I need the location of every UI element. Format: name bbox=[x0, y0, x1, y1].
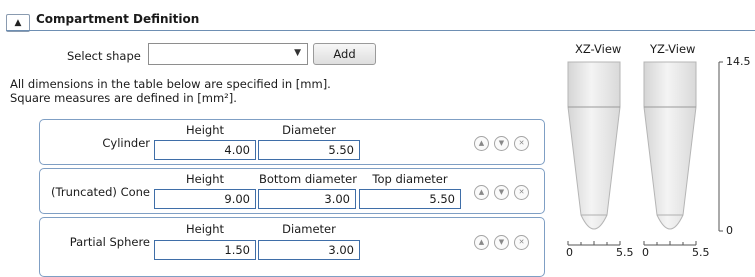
shape-row-partial-sphere: Partial Sphere Height Diameter 1.50 3.00… bbox=[39, 217, 545, 277]
yz-shape bbox=[643, 61, 697, 230]
delete-icon[interactable]: ✕ bbox=[514, 185, 529, 200]
move-down-icon[interactable]: ▼ bbox=[494, 136, 509, 151]
bottom-diameter-input[interactable]: 3.00 bbox=[258, 189, 356, 209]
xz-x-tick-label: 5.5 bbox=[616, 246, 634, 259]
delete-icon[interactable]: ✕ bbox=[514, 235, 529, 250]
dropdown-arrow-icon: ▼ bbox=[294, 48, 301, 58]
move-up-icon[interactable]: ▲ bbox=[474, 185, 489, 200]
header-divider-left bbox=[6, 30, 28, 31]
column-header: Height bbox=[185, 222, 224, 236]
z-axis-bottom-label: 0 bbox=[726, 224, 733, 237]
select-shape-label: Select shape bbox=[67, 49, 141, 63]
height-input[interactable]: 9.00 bbox=[154, 189, 256, 209]
move-down-icon[interactable]: ▼ bbox=[494, 185, 509, 200]
collapse-icon: ▲ bbox=[14, 18, 22, 28]
move-up-icon[interactable]: ▲ bbox=[474, 136, 489, 151]
z-axis-top-label: 14.5 bbox=[726, 55, 751, 68]
section-title: Compartment Definition bbox=[36, 12, 200, 26]
shape-name: Partial Sphere bbox=[69, 235, 150, 249]
compartment-preview bbox=[567, 61, 723, 246]
shape-select[interactable]: ▼ bbox=[148, 43, 308, 65]
info-text-square-measures: Square measures are defined in [mm²]. bbox=[10, 91, 237, 105]
column-header: Diameter bbox=[282, 123, 336, 137]
column-header: Bottom diameter bbox=[259, 172, 357, 186]
info-text-dimensions: All dimensions in the table below are sp… bbox=[10, 77, 331, 91]
yz-view-label: YZ-View bbox=[650, 42, 696, 56]
add-button[interactable]: Add bbox=[313, 43, 376, 65]
column-header: Diameter bbox=[282, 222, 336, 236]
column-header: Height bbox=[185, 123, 224, 137]
xz-shape bbox=[567, 61, 621, 230]
header-divider bbox=[28, 30, 755, 31]
move-up-icon[interactable]: ▲ bbox=[474, 235, 489, 250]
shape-row-truncated-cone: (Truncated) Cone Height Bottom diameter … bbox=[39, 168, 545, 214]
height-input[interactable]: 1.50 bbox=[154, 240, 256, 260]
yz-x-tick-label: 0 bbox=[642, 246, 649, 259]
diameter-input[interactable]: 5.50 bbox=[258, 140, 360, 160]
shape-name: Cylinder bbox=[102, 136, 150, 150]
shape-row-cylinder: Cylinder Height Diameter 4.00 5.50 ▲ ▼ ✕ bbox=[39, 119, 545, 165]
height-input[interactable]: 4.00 bbox=[154, 140, 256, 160]
xz-view-label: XZ-View bbox=[575, 42, 622, 56]
xz-x-tick-label: 0 bbox=[566, 246, 573, 259]
delete-icon[interactable]: ✕ bbox=[514, 136, 529, 151]
move-down-icon[interactable]: ▼ bbox=[494, 235, 509, 250]
column-header: Top diameter bbox=[372, 172, 448, 186]
shape-name: (Truncated) Cone bbox=[51, 185, 150, 199]
top-diameter-input[interactable]: 5.50 bbox=[359, 189, 461, 209]
column-header: Height bbox=[185, 172, 224, 186]
yz-x-tick-label: 5.5 bbox=[692, 246, 710, 259]
diameter-input[interactable]: 3.00 bbox=[258, 240, 360, 260]
